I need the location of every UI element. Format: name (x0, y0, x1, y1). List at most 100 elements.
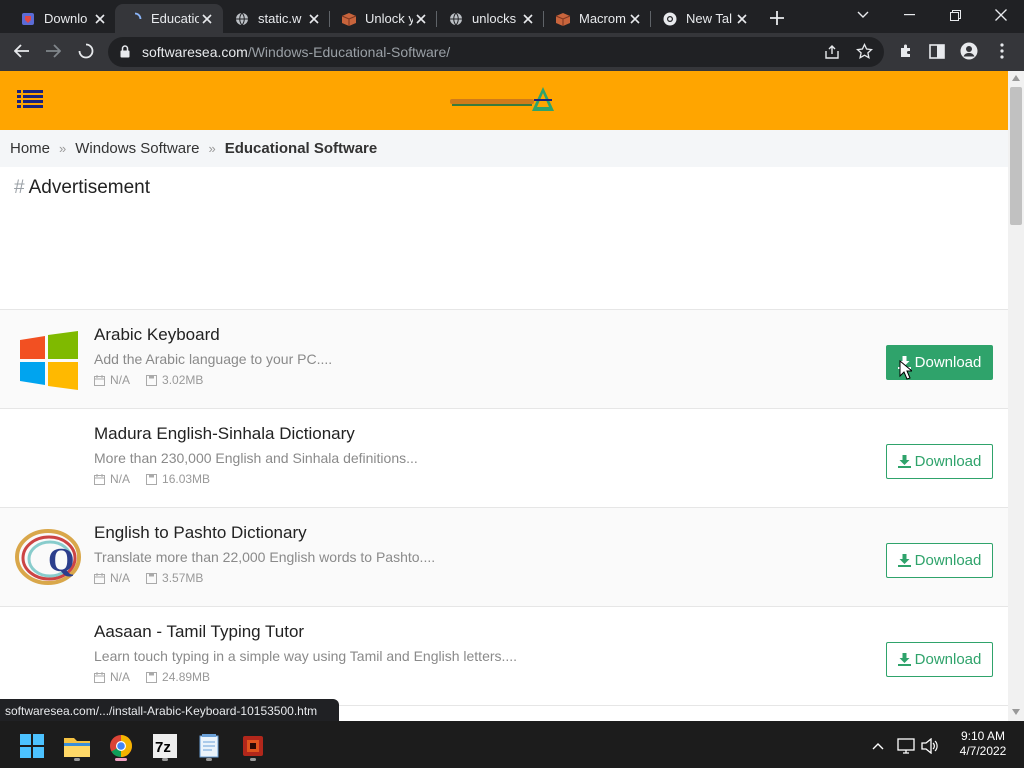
tab-download[interactable]: Downlo (8, 4, 116, 33)
blank-app-icon[interactable] (14, 425, 82, 491)
tab-title: static.w (258, 11, 302, 26)
side-panel-icon[interactable] (922, 36, 952, 66)
app-name-link[interactable]: English to Pashto Dictionary (94, 523, 307, 543)
app-name-link[interactable]: Aasaan - Tamil Typing Tutor (94, 622, 304, 642)
disk-icon (146, 572, 158, 584)
extensions-puzzle-icon[interactable] (891, 36, 921, 66)
calendar-icon (94, 671, 105, 683)
taskbar-clock[interactable]: 9:10 AM 4/7/2022 (944, 729, 1022, 759)
close-tab-icon[interactable] (520, 11, 536, 27)
advertisement-heading: # Advertisement (14, 177, 150, 199)
bookmark-star-icon[interactable] (856, 42, 873, 65)
tab-static[interactable]: static.w (222, 4, 330, 33)
scroll-up-arrow-icon[interactable] (1012, 75, 1020, 81)
profile-avatar-icon[interactable] (954, 36, 984, 66)
blank-app-icon[interactable] (14, 623, 82, 689)
stop-loading-icon[interactable] (71, 36, 101, 66)
close-tab-icon[interactable] (92, 11, 108, 27)
windows-start-icon[interactable] (15, 729, 49, 763)
close-tab-icon[interactable] (734, 11, 750, 27)
breadcrumb-home-link[interactable]: Home (10, 140, 50, 157)
breadcrumb-separator-icon: » (59, 141, 67, 156)
download-icon (897, 554, 911, 567)
installer-app-icon[interactable] (236, 729, 270, 763)
calendar-icon (94, 374, 105, 386)
tab-title: unlocks (472, 11, 517, 26)
app-meta: N/A 24.89MB (94, 670, 210, 684)
tab-title: Downlo (44, 11, 88, 26)
download-button[interactable]: Download (886, 543, 993, 578)
tab-title: Unlock y (365, 11, 413, 26)
app-name-link[interactable]: Arabic Keyboard (94, 325, 220, 345)
windows-logo-icon[interactable] (14, 326, 82, 392)
breadcrumb-separator-icon: » (208, 141, 216, 156)
file-explorer-icon[interactable] (60, 729, 94, 763)
close-tab-icon[interactable] (306, 11, 322, 27)
mouse-cursor-icon (899, 360, 912, 380)
app-date: N/A (110, 571, 131, 585)
app-description: More than 230,000 English and Sinhala de… (94, 450, 418, 466)
browser-tab-strip: Downlo Educatio static.w Unlock y unlock… (0, 0, 1024, 33)
tab-search-chevron-icon[interactable] (840, 0, 886, 30)
disk-icon (146, 374, 158, 386)
tab-unlock[interactable]: Unlock y (329, 4, 437, 33)
tab-macrom[interactable]: Macrom (543, 4, 651, 33)
shield-favicon-icon (20, 11, 36, 27)
back-arrow-icon[interactable] (7, 36, 37, 66)
close-tab-icon[interactable] (627, 11, 643, 27)
url-text[interactable]: softwaresea.com/Windows-Educational-Soft… (142, 44, 450, 60)
lock-icon[interactable] (120, 45, 130, 63)
share-icon[interactable] (824, 44, 840, 65)
tab-new-tab[interactable]: New Tal (650, 4, 758, 33)
chrome-favicon-icon (662, 11, 678, 27)
loading-spinner-icon (127, 11, 143, 27)
calendar-icon (94, 572, 105, 584)
menu-list-icon[interactable] (17, 88, 43, 110)
app-description: Learn touch typing in a simple way using… (94, 648, 518, 664)
page-scrollbar[interactable] (1008, 71, 1024, 721)
notepad-icon[interactable] (192, 729, 226, 763)
tab-title: Macrom (579, 11, 626, 26)
close-tab-icon[interactable] (199, 11, 215, 27)
page-viewport: Home » Windows Software » Educational So… (0, 71, 1008, 721)
globe-favicon-icon (234, 11, 250, 27)
site-logo[interactable] (450, 84, 558, 116)
more-menu-icon[interactable] (987, 36, 1017, 66)
app-size: 16.03MB (162, 472, 211, 486)
app-date: N/A (110, 472, 131, 486)
app-date: N/A (110, 670, 131, 684)
breadcrumb-category-link[interactable]: Windows Software (75, 140, 199, 157)
q-swirl-logo-icon[interactable]: Q (14, 524, 82, 590)
scrollbar-thumb[interactable] (1010, 87, 1022, 225)
minimize-icon[interactable] (886, 0, 932, 30)
scroll-down-arrow-icon[interactable] (1012, 709, 1020, 715)
app-meta: N/A 16.03MB (94, 472, 210, 486)
show-hidden-icons-chevron-icon[interactable] (862, 729, 894, 763)
tab-educational-software[interactable]: Educatio (115, 4, 223, 33)
app-date: N/A (110, 373, 131, 387)
app-size: 3.57MB (162, 571, 204, 585)
restore-icon[interactable] (932, 0, 978, 30)
close-window-icon[interactable] (978, 0, 1024, 30)
chrome-taskbar-icon[interactable] (104, 729, 138, 763)
7zip-icon[interactable]: 7z (148, 729, 182, 763)
app-name-link[interactable]: Madura English-Sinhala Dictionary (94, 424, 355, 444)
software-list-item: Q English to Pashto Dictionary Translate… (0, 507, 1008, 606)
download-label: Download (914, 552, 982, 569)
volume-speaker-icon[interactable] (915, 729, 945, 763)
hash-mark: # (14, 177, 25, 198)
clock-date: 4/7/2022 (959, 744, 1007, 758)
download-button[interactable]: Download (886, 642, 993, 677)
download-button[interactable]: Download (886, 444, 993, 479)
close-tab-icon[interactable] (413, 11, 429, 27)
download-icon (897, 455, 911, 468)
calendar-icon (94, 473, 105, 485)
browser-toolbar: softwaresea.com/Windows-Educational-Soft… (0, 33, 1024, 71)
forward-arrow-icon[interactable] (38, 36, 68, 66)
new-tab-plus-icon[interactable] (766, 8, 788, 28)
breadcrumb-current: Educational Software (224, 140, 378, 157)
url-path: /Windows-Educational-Software/ (247, 44, 451, 60)
link-status-bubble: softwaresea.com/.../install-Arabic-Keybo… (0, 699, 339, 721)
address-bar[interactable]: softwaresea.com/Windows-Educational-Soft… (108, 37, 884, 67)
tab-unlocks[interactable]: unlocks (436, 4, 544, 33)
